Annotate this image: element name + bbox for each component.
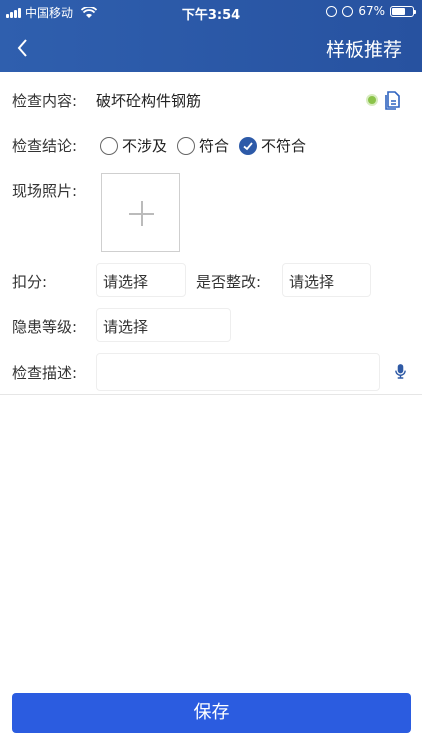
photo-label: 现场照片:	[12, 182, 78, 200]
divider	[0, 394, 422, 395]
conclusion-row: 检查结论: 不涉及 符合 不符合	[0, 135, 422, 159]
radio-label: 不涉及	[122, 137, 168, 155]
save-button[interactable]: 保存	[12, 693, 411, 733]
radio-circle-icon	[100, 136, 118, 155]
checked-circle-icon	[239, 136, 257, 155]
hazard-level-label: 隐患等级:	[12, 318, 78, 336]
add-photo-button[interactable]	[101, 173, 180, 252]
rectify-select[interactable]: 请选择	[282, 263, 371, 297]
description-input[interactable]	[96, 353, 380, 391]
radio-label: 不符合	[261, 137, 307, 155]
conclusion-label: 检查结论:	[12, 137, 78, 155]
score-select[interactable]: 请选择	[96, 263, 186, 297]
content-row: 检查内容: 破坏砼构件钢筋	[0, 90, 422, 114]
hazard-level-select[interactable]: 请选择	[96, 308, 231, 342]
radio-circle-icon	[177, 136, 195, 155]
score-label: 扣分:	[12, 273, 48, 291]
battery-icon	[390, 5, 416, 17]
orientation-lock-icon	[326, 5, 338, 17]
status-dot-icon	[366, 94, 378, 106]
content-value: 破坏砼构件钢筋	[96, 92, 202, 110]
description-label: 检查描述:	[12, 364, 78, 382]
rectify-label: 是否整改:	[196, 273, 262, 291]
nav-bar: 样板推荐	[0, 24, 422, 72]
radio-compliant[interactable]: 符合	[177, 135, 229, 156]
status-bar: 中国移动 下午3:54 67%	[0, 0, 422, 24]
top-bar: 中国移动 下午3:54 67% 样板推荐	[0, 0, 422, 72]
battery-percent: 67%	[358, 4, 385, 18]
sample-recommend-button[interactable]: 样板推荐	[326, 35, 402, 62]
alarm-icon	[342, 5, 354, 17]
radio-not-involved[interactable]: 不涉及	[100, 135, 167, 156]
radio-non-compliant[interactable]: 不符合	[239, 135, 306, 156]
document-icon[interactable]	[383, 90, 403, 110]
content-label: 检查内容:	[12, 92, 78, 110]
radio-label: 符合	[199, 137, 230, 155]
microphone-icon[interactable]	[394, 363, 407, 380]
chevron-left-icon[interactable]	[10, 34, 38, 62]
